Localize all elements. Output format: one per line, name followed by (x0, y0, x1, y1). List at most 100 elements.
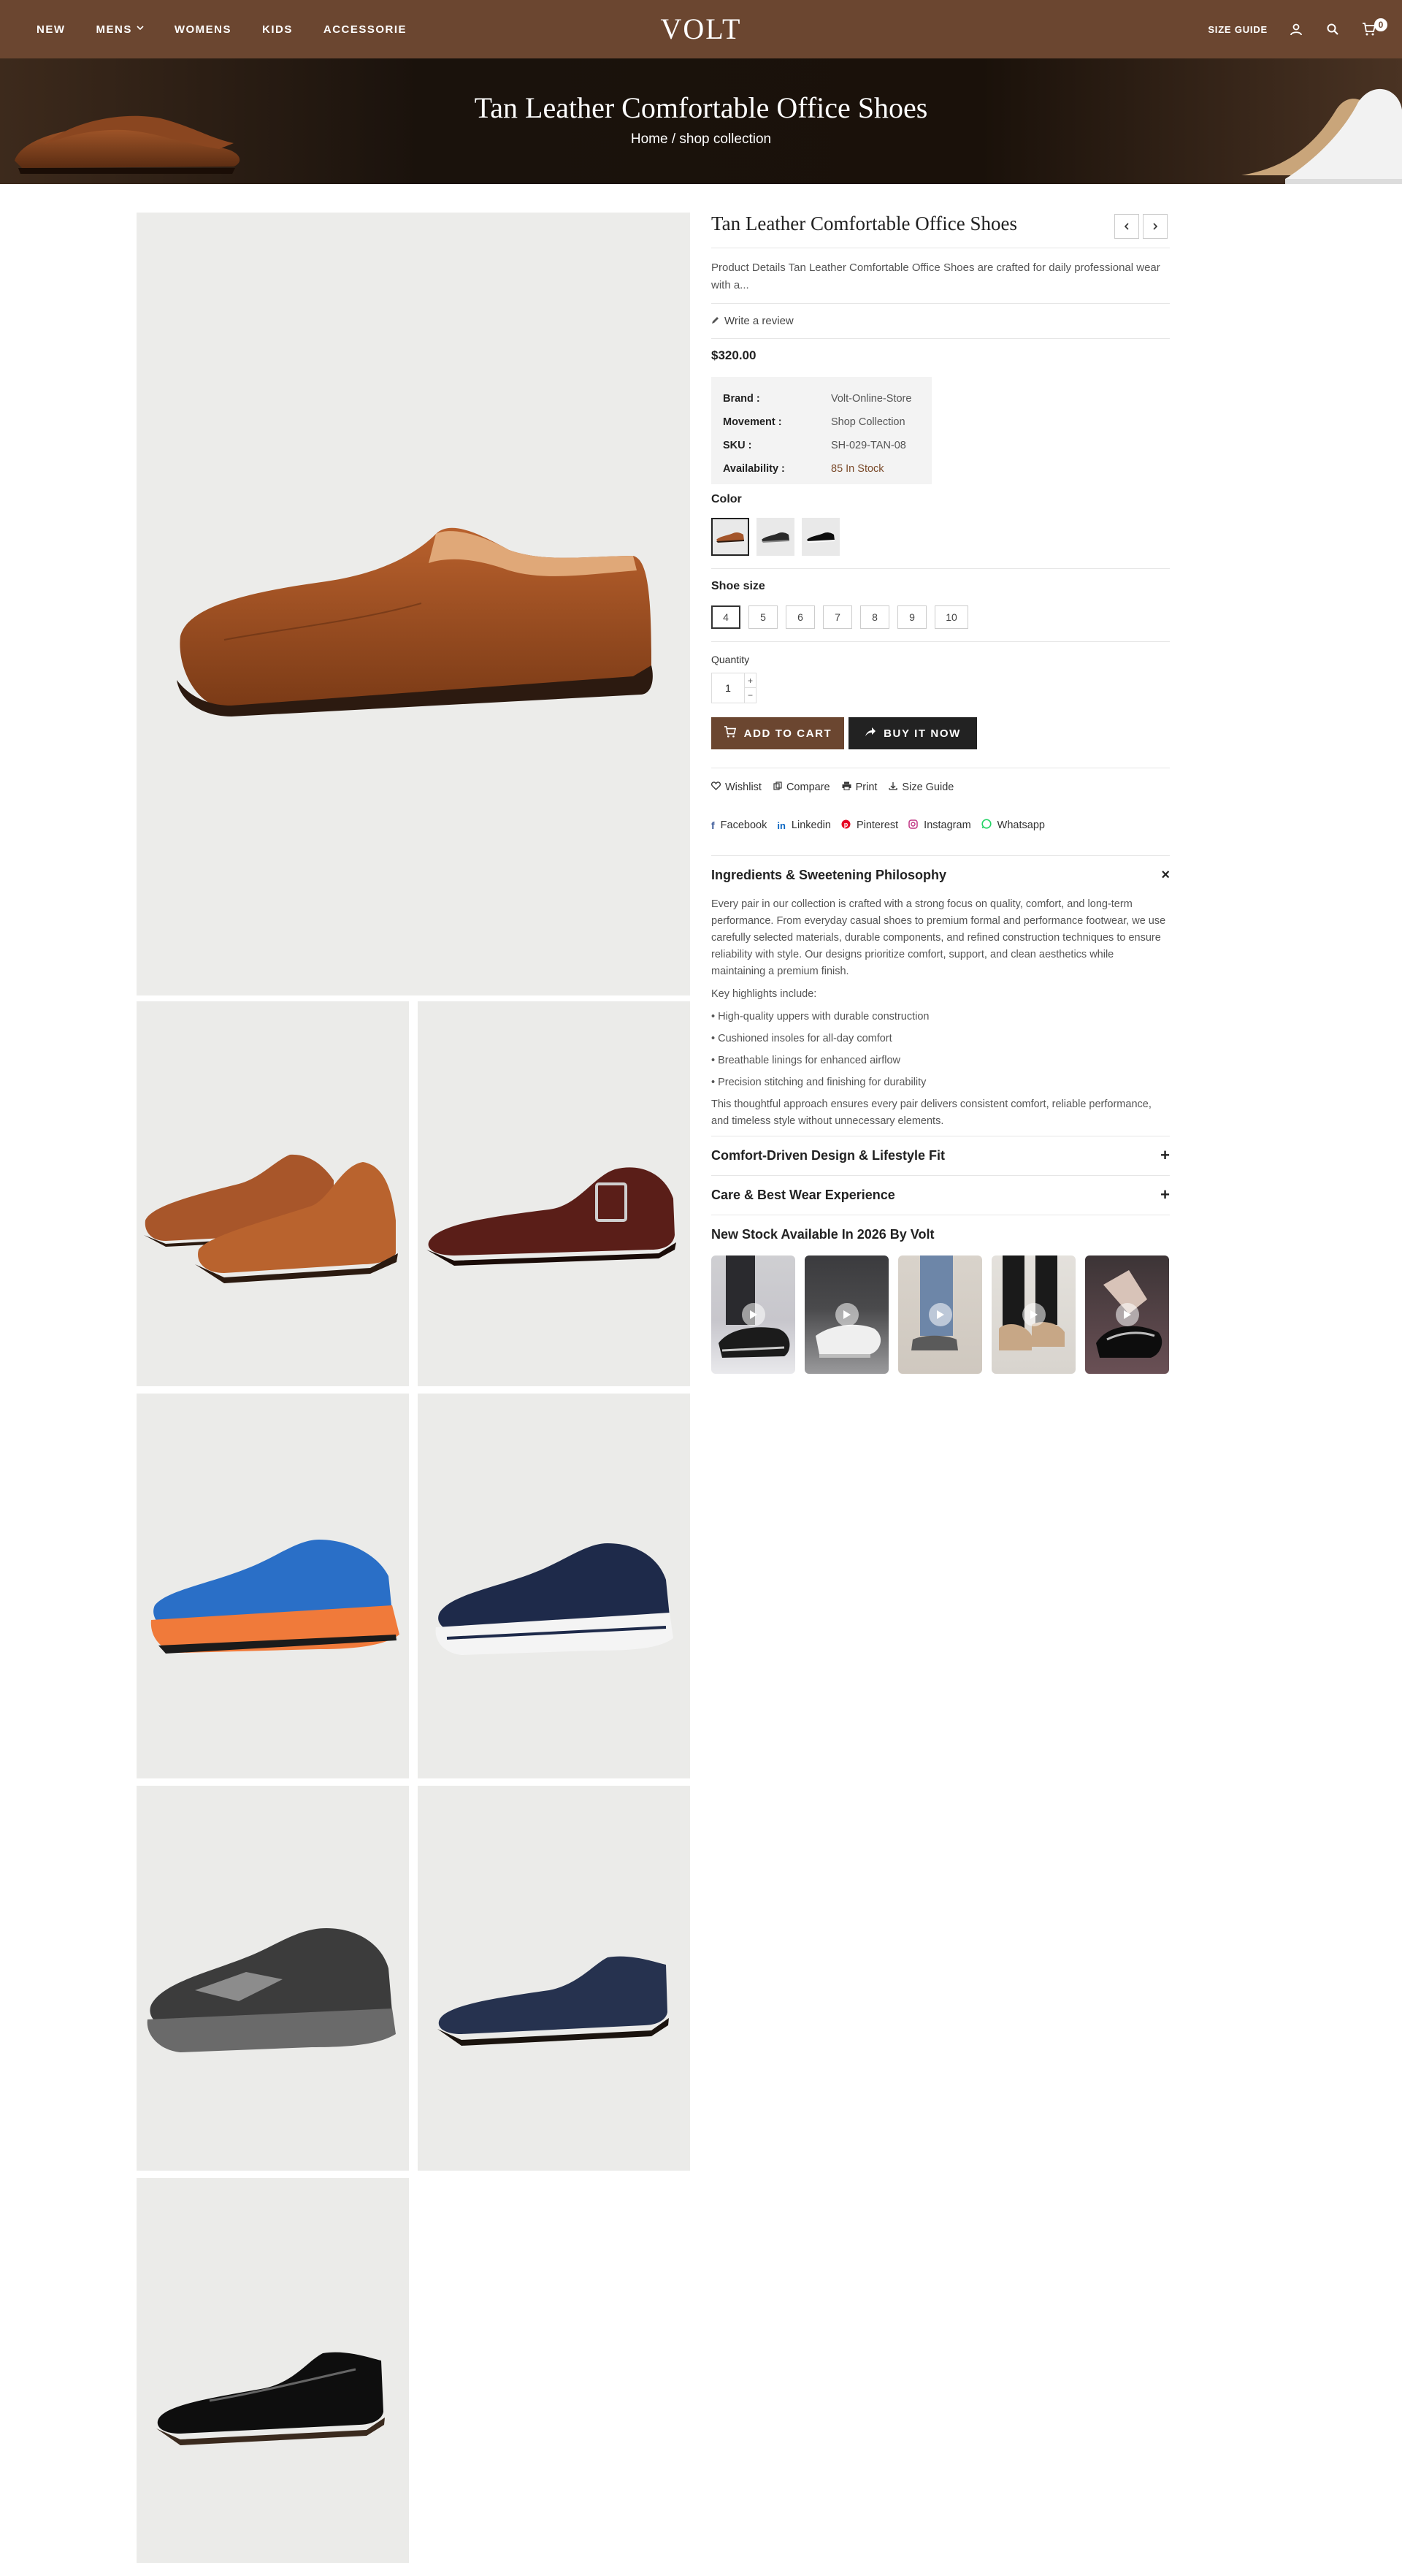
breadcrumb-current: shop collection (679, 131, 772, 147)
plus-icon: + (1160, 1185, 1170, 1204)
nav-item-accessories[interactable]: ACCESSORIE (323, 23, 407, 36)
prev-product-button[interactable] (1114, 214, 1139, 239)
accordion-paragraph: Every pair in our collection is crafted … (711, 898, 1166, 977)
nav-item-new[interactable]: NEW (37, 23, 66, 36)
video-thumb-3[interactable] (898, 1255, 982, 1374)
size-option-7[interactable]: 7 (823, 605, 852, 629)
add-to-cart-button[interactable]: ADD TO CART (711, 717, 844, 749)
size-option-8[interactable]: 8 (860, 605, 889, 629)
divider (711, 568, 1170, 569)
cart-icon[interactable]: 0 (1361, 18, 1387, 37)
spec-value: Shop Collection (831, 416, 905, 428)
compare-label: Compare (786, 781, 830, 793)
gallery-thumb-grey-trail-shoe[interactable] (137, 1786, 409, 2171)
accordion-comfort-header[interactable]: Comfort-Driven Design & Lifestyle Fit + (711, 1146, 1170, 1165)
quantity-input[interactable]: 1 (712, 673, 744, 703)
tan-loafer-image (177, 527, 653, 716)
share-facebook[interactable]: f Facebook (711, 819, 767, 832)
color-label: Color (711, 493, 742, 505)
video-thumb-2[interactable] (805, 1255, 889, 1374)
compare-link[interactable]: Compare (773, 781, 830, 793)
pinterest-label: Pinterest (856, 819, 899, 831)
size-guide-link[interactable]: SIZE GUIDE (1208, 24, 1268, 35)
highlight-item: • Precision stitching and finishing for … (711, 1077, 927, 1088)
instagram-icon (908, 819, 918, 832)
video-thumb-5[interactable] (1085, 1255, 1169, 1374)
video-section-title: New Stock Available In 2026 By Volt (711, 1227, 935, 1242)
quantity-decrease-button[interactable]: − (744, 688, 756, 703)
share-instagram[interactable]: Instagram (908, 819, 971, 832)
search-icon[interactable] (1325, 21, 1341, 37)
size-option-9[interactable]: 9 (897, 605, 927, 629)
play-icon (1022, 1303, 1046, 1326)
user-icon[interactable] (1288, 21, 1304, 37)
accordion-title: Comfort-Driven Design & Lifestyle Fit (711, 1147, 946, 1163)
stock-status: 85 In Stock (831, 463, 884, 475)
breadcrumb-home-link[interactable]: Home (631, 131, 668, 147)
size-option-10[interactable]: 10 (935, 605, 968, 629)
nav-item-mens[interactable]: MENS (96, 23, 144, 36)
black-patent-loafer-image (156, 2352, 385, 2445)
divider (711, 1175, 1170, 1176)
gallery-thumb-blue-sneaker[interactable] (137, 1394, 409, 1778)
instagram-label: Instagram (924, 819, 971, 831)
shoe-size-label: Shoe size (711, 580, 765, 592)
size-guide-link[interactable]: Size Guide (889, 781, 954, 793)
spec-row-sku: SKU : SH-029-TAN-08 (723, 434, 920, 457)
video-thumb-1[interactable] (711, 1255, 795, 1374)
accordion-title: Care & Best Wear Experience (711, 1187, 895, 1202)
color-swatch-black-grey[interactable] (756, 518, 794, 556)
pinterest-icon: p (841, 819, 851, 832)
product-price: $320.00 (711, 348, 756, 362)
nav-item-womens[interactable]: WOMENS (175, 23, 231, 36)
gallery-thumb-navy-sneaker[interactable] (418, 1394, 690, 1778)
navy-running-shoe-image (435, 1543, 673, 1655)
quantity-increase-button[interactable]: + (744, 673, 756, 688)
gallery-thumb-monk-strap[interactable] (418, 1001, 690, 1386)
write-review-link[interactable]: Write a review (711, 315, 794, 327)
size-option-6[interactable]: 6 (786, 605, 815, 629)
share-linkedin[interactable]: in Linkedin (777, 819, 831, 832)
highlight-item: • Cushioned insoles for all-day comfort (711, 1033, 892, 1044)
accordion-care-header[interactable]: Care & Best Wear Experience + (711, 1185, 1170, 1204)
size-option-4[interactable]: 4 (711, 605, 740, 629)
whatsapp-label: Whatsapp (997, 819, 1045, 831)
play-icon (1116, 1303, 1139, 1326)
accordion-ingredients-header[interactable]: Ingredients & Sweetening Philosophy × (711, 867, 1170, 884)
blue-running-shoe-image (150, 1540, 399, 1654)
video-thumb-4[interactable] (992, 1255, 1076, 1374)
linkedin-label: Linkedin (791, 819, 831, 831)
divider (711, 303, 1170, 304)
share-pinterest[interactable]: p Pinterest (841, 819, 898, 832)
gallery-thumb-black-patent-loafer[interactable] (137, 2178, 409, 2563)
spec-value: SH-029-TAN-08 (831, 440, 906, 451)
wishlist-link[interactable]: Wishlist (711, 781, 762, 793)
print-link[interactable]: Print (842, 781, 877, 793)
nav-item-kids[interactable]: KIDS (262, 23, 293, 36)
buy-now-button[interactable]: BUY IT NOW (849, 717, 977, 749)
next-product-button[interactable] (1143, 214, 1168, 239)
spec-value: Volt-Online-Store (831, 393, 912, 405)
nav-item-label: KIDS (262, 23, 293, 36)
nav-item-label: MENS (96, 23, 132, 36)
facebook-icon: f (711, 819, 715, 831)
color-swatch-tan[interactable] (711, 518, 749, 556)
play-icon (835, 1303, 859, 1326)
share-whatsapp[interactable]: Whatsapp (981, 819, 1045, 832)
breadcrumb: Home / shop collection (0, 131, 1402, 148)
play-icon (742, 1303, 765, 1326)
heart-icon (711, 781, 721, 793)
size-option-5[interactable]: 5 (748, 605, 778, 629)
highlight-item: • High-quality uppers with durable const… (711, 1011, 930, 1023)
quantity-stepper: 1 + − (711, 673, 756, 703)
main-product-image[interactable] (137, 213, 690, 995)
nav-item-label: ACCESSORIE (323, 23, 407, 36)
divider (711, 338, 1170, 339)
gallery-thumb-tan-pair[interactable] (137, 1001, 409, 1386)
color-swatch-black-patent[interactable] (802, 518, 840, 556)
gallery-thumb-navy-loafer[interactable] (418, 1786, 690, 2171)
facebook-label: Facebook (720, 819, 767, 831)
cart-count-badge: 0 (1374, 18, 1387, 31)
product-actions: Wishlist Compare Print Size Guide (711, 781, 954, 793)
write-review-label: Write a review (724, 315, 794, 327)
